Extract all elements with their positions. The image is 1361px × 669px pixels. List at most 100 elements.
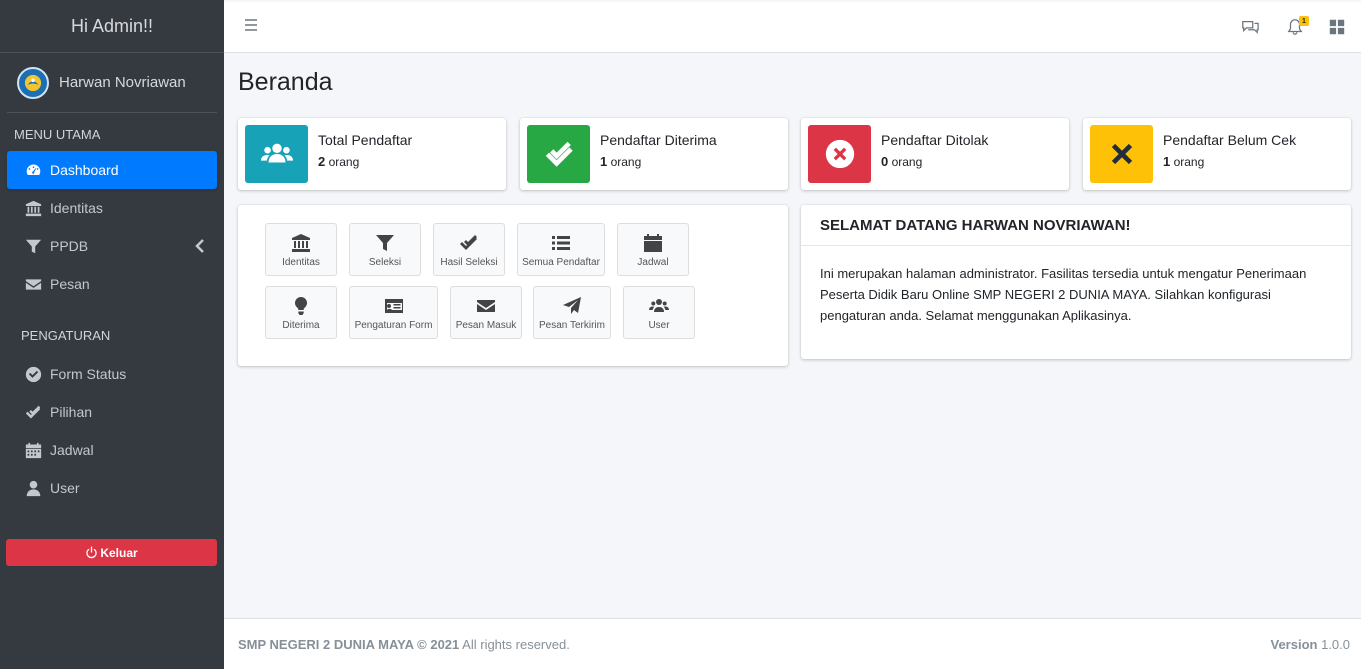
chevron-left-icon [195,239,204,253]
times-icon [1111,143,1132,165]
calendar-icon [644,234,662,252]
quick-link-seleksi[interactable]: Seleksi [349,223,421,276]
info-box-accepted[interactable]: Pendaftar Diterima 1 orang [520,118,788,190]
grid-icon[interactable] [1328,18,1346,36]
quick-link-user[interactable]: User [623,286,695,339]
quick-link-hasil-seleksi[interactable]: Hasil Seleksi [433,223,505,276]
sidebar-item-identitas[interactable]: Identitas [7,189,217,227]
tachometer-icon [24,161,42,179]
envelope-icon [24,275,42,293]
quick-link-semua-pendaftar[interactable]: Semua Pendaftar [517,223,605,276]
footer-copyright-bold: SMP NEGERI 2 DUNIA MAYA © 2021 [238,637,460,652]
footer: SMP NEGERI 2 DUNIA MAYA © 2021 All right… [224,618,1361,669]
welcome-text: Ini merupakan halaman administrator. Fas… [820,266,1307,323]
logout-label: Keluar [100,545,138,560]
quick-link-pesan-terkirim[interactable]: Pesan Terkirim [533,286,611,339]
footer-copyright-rest: All rights reserved. [459,637,570,652]
info-box-label: Total Pendaftar [318,132,413,148]
check-double-icon [460,235,477,250]
welcome-title: SELAMAT DATANG HARWAN NOVRIAWAN! [820,217,1131,234]
user-icon [24,479,42,497]
quick-link-label: Pesan Masuk [455,320,517,331]
bank-icon [24,199,42,217]
nav-header-settings: PENGATURAN [21,328,111,343]
info-box-number: 0 orang [881,154,922,169]
sidebar-item-dashboard[interactable]: Dashboard [7,151,217,189]
sidebar-item-form-status[interactable]: Form Status [7,355,217,393]
info-box-unchecked[interactable]: Pendaftar Belum Cek 1 orang [1083,118,1351,190]
sidebar-item-pesan[interactable]: Pesan [7,265,217,303]
footer-version: Version 1.0.0 [1271,637,1351,652]
info-box-unit: orang [328,155,360,169]
sidebar-item-label: Jadwal [50,442,94,458]
quick-link-label: Identitas [282,257,320,268]
info-box-number: 2 orang [318,154,359,169]
quick-link-diterima[interactable]: Diterima [265,286,337,339]
calendar-icon [24,441,42,459]
info-box-rejected[interactable]: Pendaftar Ditolak 0 orang [801,118,1069,190]
info-box-label: Pendaftar Diterima [600,132,717,148]
welcome-card: SELAMAT DATANG HARWAN NOVRIAWAN! Ini mer… [801,205,1351,359]
quick-link-label: Pesan Terkirim [539,320,605,331]
avatar [17,66,49,99]
filter-icon [376,235,394,251]
power-icon [86,546,98,559]
sidebar-item-pilihan[interactable]: Pilihan [7,393,217,431]
sidebar-item-jadwal[interactable]: Jadwal [7,431,217,469]
quick-link-label: Semua Pendaftar [522,257,600,268]
sidebar-item-label: Form Status [50,366,127,382]
footer-copyright: SMP NEGERI 2 DUNIA MAYA © 2021 All right… [238,637,570,652]
filter-icon [24,237,42,255]
info-box-icon-bg [527,125,590,183]
quick-link-jadwal[interactable]: Jadwal [617,223,689,276]
info-box-count: 0 [881,154,889,169]
divider [801,245,1351,246]
info-box-label: Pendaftar Ditolak [881,132,989,148]
quick-links-card: Identitas Seleksi Hasil Seleksi Semua Pe… [238,205,788,366]
sidebar-item-user[interactable]: User [7,469,217,507]
hamburger-menu-icon[interactable] [244,18,258,32]
quick-link-label: Pengaturan Form [354,320,433,331]
info-box-number: 1 orang [1163,154,1204,169]
topbar: 1 [224,2,1361,53]
sidebar-item-ppdb[interactable]: PPDB [7,227,217,265]
footer-version-value: 1.0.0 [1317,637,1350,652]
info-box-icon-bg [808,125,871,183]
info-box-number: 1 orang [600,154,641,169]
users-icon [649,299,669,312]
envelope-icon [477,300,495,312]
sidebar-item-label: Pilihan [50,404,93,420]
quick-link-label: Jadwal [637,257,669,268]
paper-plane-icon [563,297,581,314]
info-box-total[interactable]: Total Pendaftar 2 orang [238,118,506,190]
list-icon [552,236,570,250]
bank-icon [292,234,310,252]
sidebar-item-label: Identitas [50,200,103,216]
info-box-icon-bg [245,125,308,183]
sidebar: Hi Admin!! Harwan Novriawan MENU UTAMA D… [0,0,224,669]
info-box-unit: orang [891,155,923,169]
notification-badge: 1 [1299,16,1309,26]
info-box-unit: orang [610,155,642,169]
quick-link-pesan-masuk[interactable]: Pesan Masuk [450,286,522,339]
nav-header-main: MENU UTAMA [14,127,101,142]
quick-link-label: Diterima [282,320,320,331]
quick-link-label: Seleksi [368,257,402,268]
info-box-count: 2 [318,154,326,169]
user-name: Harwan Novriawan [59,74,186,91]
user-panel[interactable]: Harwan Novriawan [7,53,217,113]
info-box-count: 1 [600,154,608,169]
quick-link-identitas[interactable]: Identitas [265,223,337,276]
comments-icon[interactable] [1241,18,1259,36]
quick-link-pengaturan-form[interactable]: Pengaturan Form [349,286,438,339]
quick-link-label: Hasil Seleksi [440,257,498,268]
check-circle-icon [24,365,42,383]
sidebar-item-label: Dashboard [50,162,119,178]
sidebar-item-label: User [50,480,80,496]
brand-title[interactable]: Hi Admin!! [0,0,224,53]
page-title: Beranda [238,68,333,96]
logout-button[interactable]: Keluar [6,539,217,566]
times-circle-icon [825,139,854,169]
check-double-icon [545,141,573,167]
lightbulb-icon [294,296,308,315]
